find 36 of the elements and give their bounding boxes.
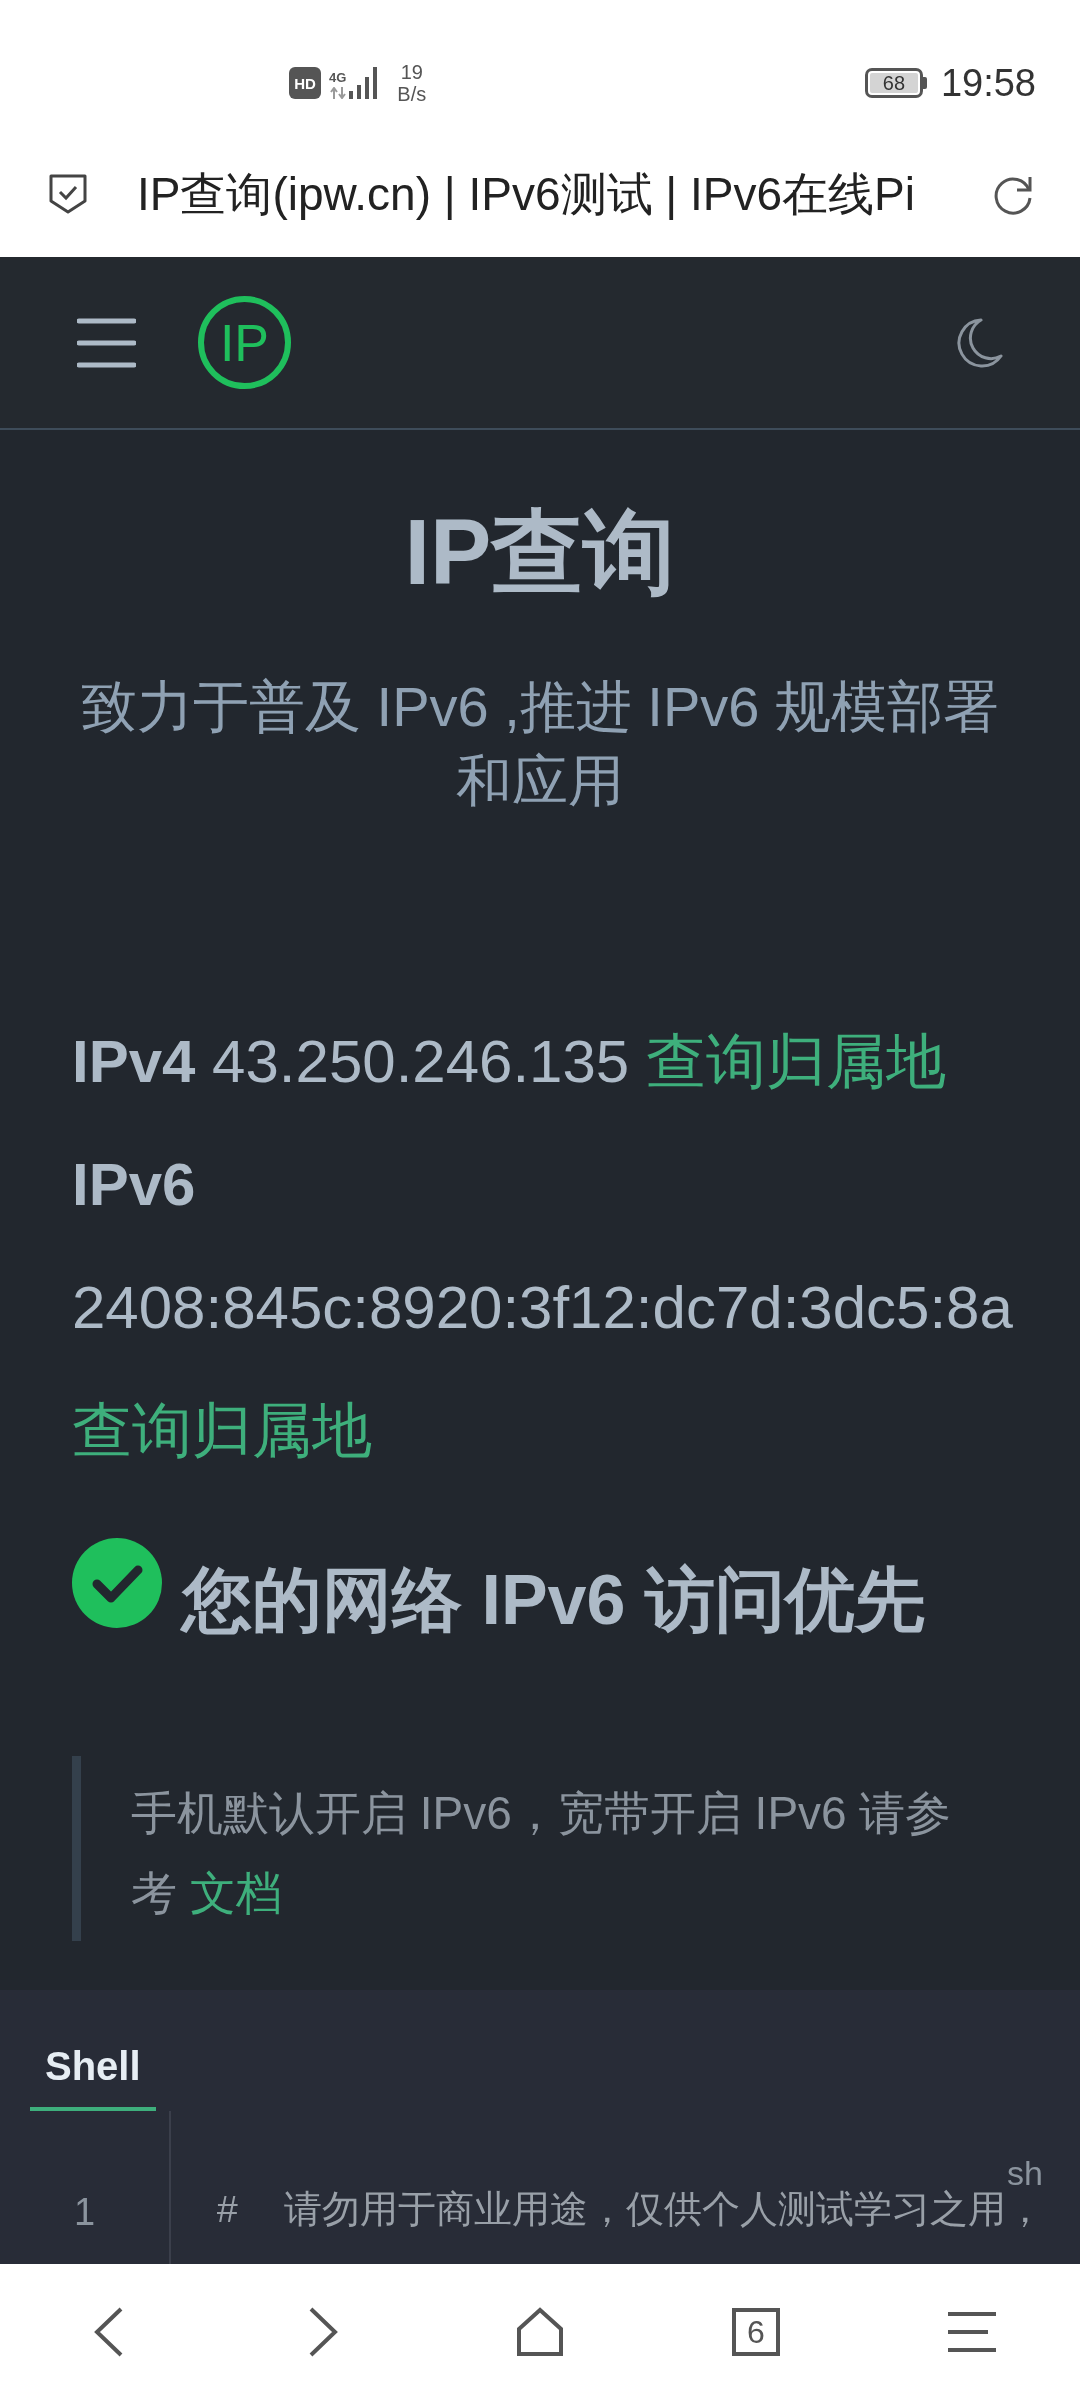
page-heading: IP查询 (403, 500, 677, 605)
site-logo[interactable]: IP (198, 296, 291, 389)
ip-version-label: IPv6 (72, 1151, 196, 1218)
clock-time: 19:58 (940, 64, 1036, 102)
ip-address: 43.250.246.135 (212, 1028, 630, 1095)
line-number: 1 (73, 2190, 96, 2235)
back-chevron-icon (93, 2307, 123, 2357)
browser-menu-button[interactable] (948, 2311, 996, 2353)
moon-icon (957, 317, 1003, 368)
ipv6-status-heading: 您的网络 IPv6 访问优先 (182, 1560, 925, 1641)
tabs-button[interactable]: 6 (732, 2308, 780, 2356)
signal-bars-icon (349, 67, 380, 99)
location-lookup-link[interactable]: 查询归属地 (645, 1028, 946, 1095)
back-button[interactable] (93, 2307, 123, 2357)
documentation-link[interactable]: 文档 (189, 1867, 282, 1919)
hd-badge: HD (289, 67, 321, 99)
ipv6-setup-note: 手机默认开启 IPv6，宽带开启 IPv6 请参考 文档 (131, 1786, 953, 1921)
network-type: 4G (329, 71, 347, 84)
home-icon (516, 2307, 564, 2357)
data-arrows-icon (329, 87, 346, 99)
ip-address: 2408:845c:8920:3f12:dc7d:3dc5:8a (72, 1274, 1013, 1341)
ip-version-label: IPv4 (72, 1028, 196, 1095)
menu-icon (948, 2311, 996, 2353)
network-speed-unit: B/s (397, 83, 427, 105)
network-speed-value: 19 (400, 61, 423, 83)
page-description: 致力于普及 IPv6 ,推进 IPv6 规模部署和应用 (80, 674, 1000, 814)
home-button[interactable] (516, 2307, 564, 2357)
code-tab[interactable]: Shell (30, 2025, 156, 2111)
battery-indicator: 68 (864, 68, 927, 98)
menu-icon (77, 317, 136, 368)
menu-button[interactable] (77, 317, 136, 368)
location-lookup-link[interactable]: 查询归属地 (72, 1397, 372, 1464)
forward-button[interactable] (309, 2307, 339, 2357)
shield-check-icon[interactable] (48, 172, 88, 215)
forward-chevron-icon (309, 2307, 339, 2357)
theme-toggle-button[interactable] (957, 317, 1003, 368)
